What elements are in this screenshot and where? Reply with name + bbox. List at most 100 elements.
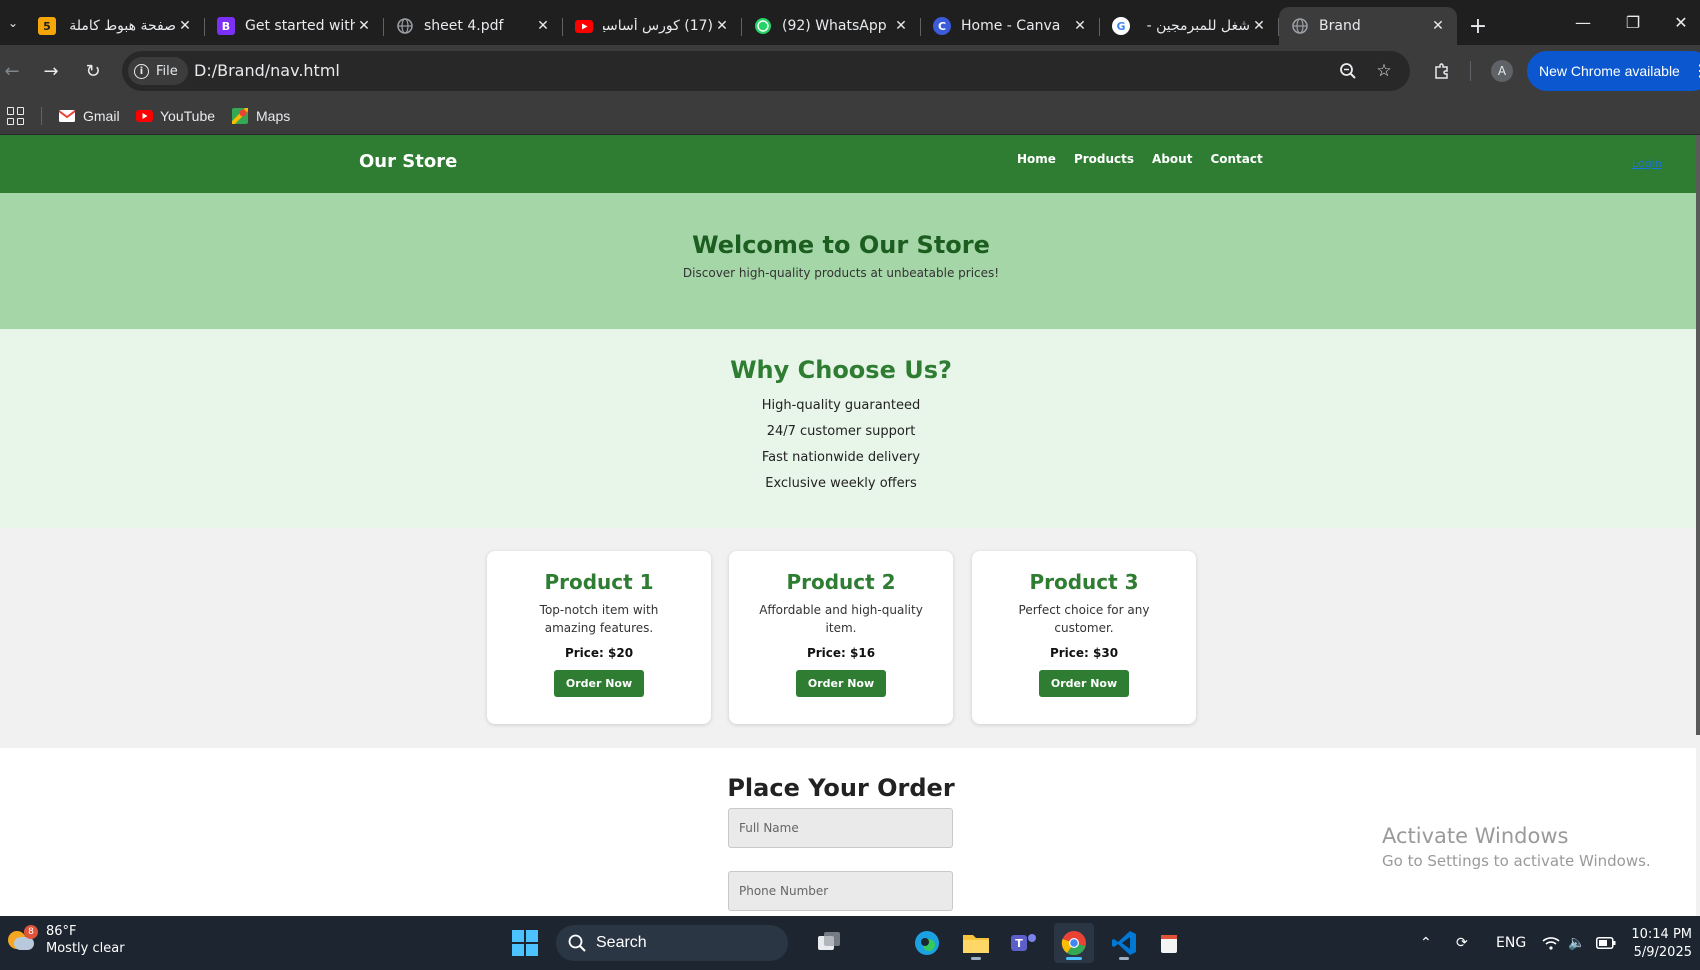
list-item: High-quality guaranteed [761,398,921,413]
forward-arrow-icon[interactable]: → [33,53,69,89]
window-close-icon[interactable]: ✕ [1656,0,1700,45]
hero-section: Welcome to Our Store Discover high-quali… [0,193,1696,329]
bookmark-label: YouTube [160,108,216,124]
weather-widget[interactable]: 8 86°F Mostly clear [8,924,125,956]
close-icon[interactable]: ✕ [355,17,373,35]
phone-number-field[interactable]: Phone Number [728,871,953,911]
extensions-icon[interactable] [1424,53,1460,89]
brand-logo[interactable]: Our Store [359,151,457,172]
close-icon[interactable]: ✕ [892,17,910,35]
tab-title: صفحة هبوط كاملة [69,18,176,34]
tab-3[interactable]: (17) كورس أساسيات ✕ [563,7,742,45]
nav-home[interactable]: Home [1017,152,1056,166]
close-icon[interactable]: ✕ [1429,17,1447,35]
login-link[interactable]: Login [1632,157,1662,170]
volume-icon[interactable]: 🔈 [1568,916,1585,970]
nav-about[interactable]: About [1152,152,1192,166]
canva-icon: C [933,17,951,35]
tab-7-active[interactable]: Brand ✕ [1279,7,1457,45]
bookmark-youtube[interactable]: YouTube [136,97,215,135]
tab-5[interactable]: C Home - Canva ✕ [921,7,1100,45]
product-price: Price: $30 [1049,646,1119,660]
chrome-update-button[interactable]: New Chrome available ⋮ [1527,51,1700,91]
wifi-icon[interactable] [1542,916,1560,970]
tab-search-icon[interactable]: ⌄ [0,0,26,45]
new-tab-button[interactable]: + [1458,7,1498,45]
nav-contact[interactable]: Contact [1210,152,1262,166]
tab-title: شغل للمبرمجين - [1146,18,1250,34]
tab-6[interactable]: G شغل للمبرمجين - ✕ [1100,7,1279,45]
taskbar-search[interactable]: Search [556,925,788,961]
product-price: Price: $20 [564,646,634,660]
close-icon[interactable]: ✕ [1250,17,1268,35]
system-clock[interactable]: 10:14 PM 5/9/2025 [1630,926,1692,962]
toolbar-divider [1470,61,1471,81]
url-text[interactable]: D:/Brand/nav.html [194,51,340,91]
svg-text:T: T [1015,937,1023,950]
tab-favicon-icon: B [217,17,235,35]
sync-icon[interactable]: ⟳ [1456,916,1468,970]
product-card: Product 3 Perfect choice for any custome… [972,551,1196,724]
youtube-icon [136,108,153,124]
tab-strip: ⌄ 5 صفحة هبوط كاملة ✕ B Get started with… [0,0,1700,45]
page-scrollbar[interactable] [1696,135,1700,916]
language-indicator[interactable]: ENG [1496,916,1526,970]
clock-date: 5/9/2025 [1633,945,1692,960]
tab-title: sheet 4.pdf [424,18,504,34]
site-info-chip[interactable]: i File [128,57,188,85]
product-card: Product 2 Affordable and high-quality it… [729,551,953,724]
close-icon[interactable]: ✕ [713,17,731,35]
gmail-icon [59,108,75,124]
nav-products[interactable]: Products [1074,152,1134,166]
more-menu-icon[interactable]: ⋮ [1692,61,1700,81]
watermark-subtitle: Go to Settings to activate Windows. [1382,852,1651,870]
youtube-icon [575,17,593,35]
close-icon[interactable]: ✕ [1071,17,1089,35]
order-title: Place Your Order [727,774,955,802]
reload-icon[interactable]: ↻ [75,53,111,89]
tab-2[interactable]: sheet 4.pdf ✕ [384,7,563,45]
edge-icon[interactable] [907,923,947,963]
watermark-title: Activate Windows [1382,824,1569,848]
notepad-icon[interactable] [1150,923,1190,963]
minimize-icon[interactable]: — [1558,0,1608,45]
teams-icon[interactable]: T [1004,923,1044,963]
back-arrow-icon[interactable]: ← [0,53,30,89]
weather-badge: 8 [24,925,38,939]
product-card: Product 1 Top-notch item with amazing fe… [487,551,711,724]
bookmark-star-icon[interactable]: ☆ [1370,57,1398,85]
site-header: Our Store Home Products About Contact Lo… [0,135,1696,193]
order-now-button[interactable]: Order Now [795,670,887,697]
browser-toolbar: ← → ↻ i File D:/Brand/nav.html ☆ A New C… [0,45,1700,97]
list-item: Exclusive weekly offers [765,476,917,491]
task-view-icon[interactable] [810,923,850,963]
bookmarks-divider [41,107,42,125]
address-bar[interactable]: i File D:/Brand/nav.html ☆ [122,51,1410,91]
vscode-icon[interactable] [1104,923,1144,963]
tray-overflow-icon[interactable]: ⌃ [1420,916,1432,970]
info-icon: i [134,63,149,79]
order-now-button[interactable]: Order Now [1038,670,1130,697]
close-icon[interactable]: ✕ [176,17,194,35]
close-icon[interactable]: ✕ [534,17,552,35]
hero-subtitle: Discover high-quality products at unbeat… [682,266,1000,280]
start-button[interactable] [505,923,545,963]
restore-icon[interactable]: ❐ [1608,0,1658,45]
profile-avatar[interactable]: A [1491,60,1513,82]
bookmark-maps[interactable]: Maps [232,97,290,135]
tab-1[interactable]: B Get started with ✕ [205,7,384,45]
zoom-icon[interactable] [1334,57,1362,85]
order-now-button[interactable]: Order Now [553,670,645,697]
site-nav: Home Products About Contact [1017,152,1281,166]
weather-temp: 86°F [46,924,77,939]
tab-0[interactable]: 5 صفحة هبوط كاملة ✕ [26,7,205,45]
bookmark-gmail[interactable]: Gmail [59,97,120,135]
tab-4[interactable]: (92) WhatsApp ✕ [742,7,921,45]
file-explorer-icon[interactable] [956,923,996,963]
apps-grid-icon[interactable] [7,107,25,125]
battery-icon[interactable] [1596,916,1616,970]
search-label: Search [596,934,647,951]
full-name-field[interactable]: Full Name [728,808,953,848]
windows-taskbar: 8 86°F Mostly clear Search T ⌃ ⟳ ENG 🔈 1… [0,916,1700,970]
chrome-icon[interactable] [1054,923,1094,963]
